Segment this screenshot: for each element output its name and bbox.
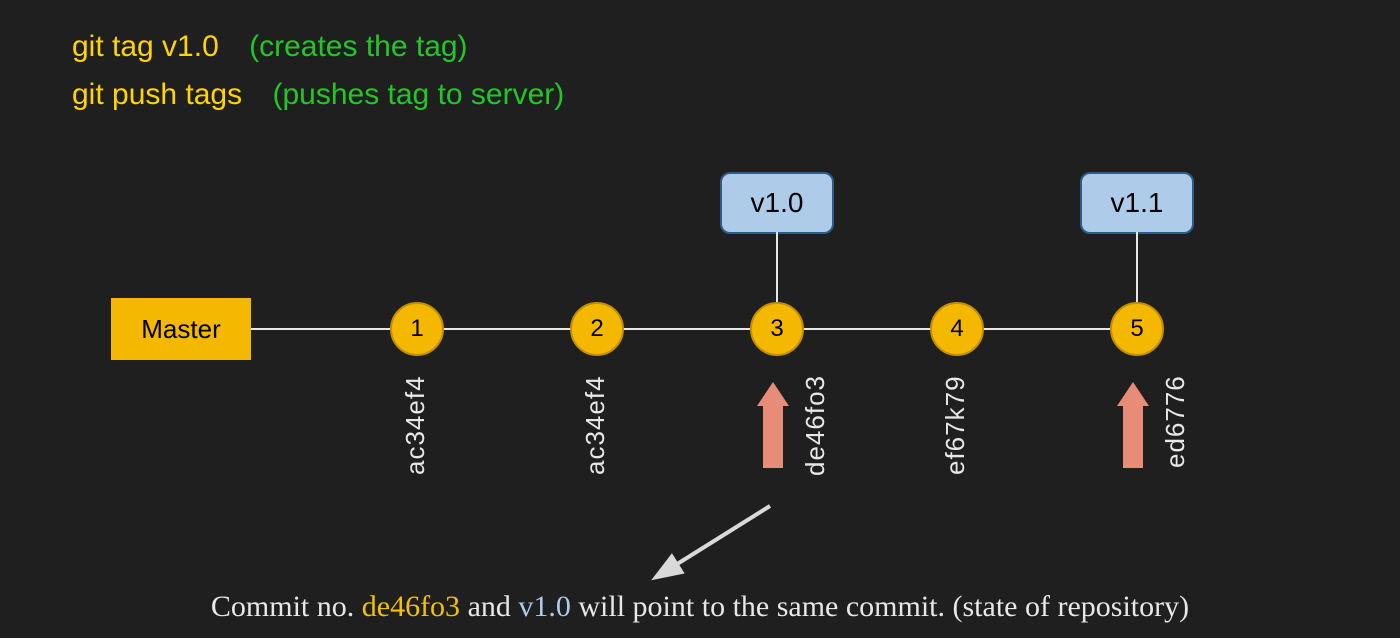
command-row-1: git tag v1.0 (creates the tag) — [72, 30, 468, 64]
diagram-canvas: git tag v1.0 (creates the tag) git push … — [0, 0, 1400, 638]
commit-number-3: 3 — [770, 315, 783, 343]
commit-node-2: 2 — [570, 302, 624, 356]
footer-caption: Commit no. de46fo3 and v1.0 will point t… — [0, 590, 1400, 624]
arrow-shaft-icon — [763, 406, 783, 468]
tag-connector-1 — [776, 232, 778, 302]
branch-label-box: Master — [111, 298, 251, 360]
commit-hash-5: ed6776 — [1160, 375, 1191, 505]
tag-label-v1-0: v1.0 — [751, 187, 804, 219]
arrow-shaft-icon — [1123, 406, 1143, 468]
tag-label-v1-1: v1.1 — [1111, 187, 1164, 219]
commit-number-2: 2 — [590, 315, 603, 343]
commit-hash-1: ac34ef4 — [400, 375, 431, 505]
up-arrow-commit-3 — [760, 382, 786, 470]
footer-hash: de46fo3 — [362, 590, 460, 623]
tag-connector-2 — [1136, 232, 1138, 302]
footer-text-mid: and — [460, 590, 518, 623]
commit-node-4: 4 — [930, 302, 984, 356]
commit-number-5: 5 — [1130, 315, 1143, 343]
command-2-text: git push tags — [72, 78, 242, 111]
commit-hash-2: ac34ef4 — [580, 375, 611, 505]
commit-number-1: 1 — [410, 315, 423, 343]
commit-node-5: 5 — [1110, 302, 1164, 356]
footer-text-post: will point to the same commit. (state of… — [571, 590, 1189, 623]
footer-text-pre: Commit no. — [211, 590, 362, 623]
command-2-desc: (pushes tag to server) — [272, 78, 564, 111]
commit-hash-3: de46fo3 — [800, 375, 831, 505]
tag-box-v1-0: v1.0 — [720, 172, 834, 234]
command-row-2: git push tags (pushes tag to server) — [72, 78, 564, 112]
branch-label: Master — [141, 314, 220, 345]
commit-node-1: 1 — [390, 302, 444, 356]
tag-box-v1-1: v1.1 — [1080, 172, 1194, 234]
up-arrow-commit-5 — [1120, 382, 1146, 470]
arrow-head-icon — [1117, 382, 1149, 406]
footer-tag: v1.0 — [518, 590, 571, 623]
command-1-desc: (creates the tag) — [249, 30, 467, 63]
arrow-head-icon — [757, 382, 789, 406]
commit-hash-4: ef67k79 — [940, 375, 971, 505]
callout-arrow-icon — [640, 498, 790, 598]
commit-node-3: 3 — [750, 302, 804, 356]
commit-number-4: 4 — [950, 315, 963, 343]
command-1-text: git tag v1.0 — [72, 30, 219, 63]
